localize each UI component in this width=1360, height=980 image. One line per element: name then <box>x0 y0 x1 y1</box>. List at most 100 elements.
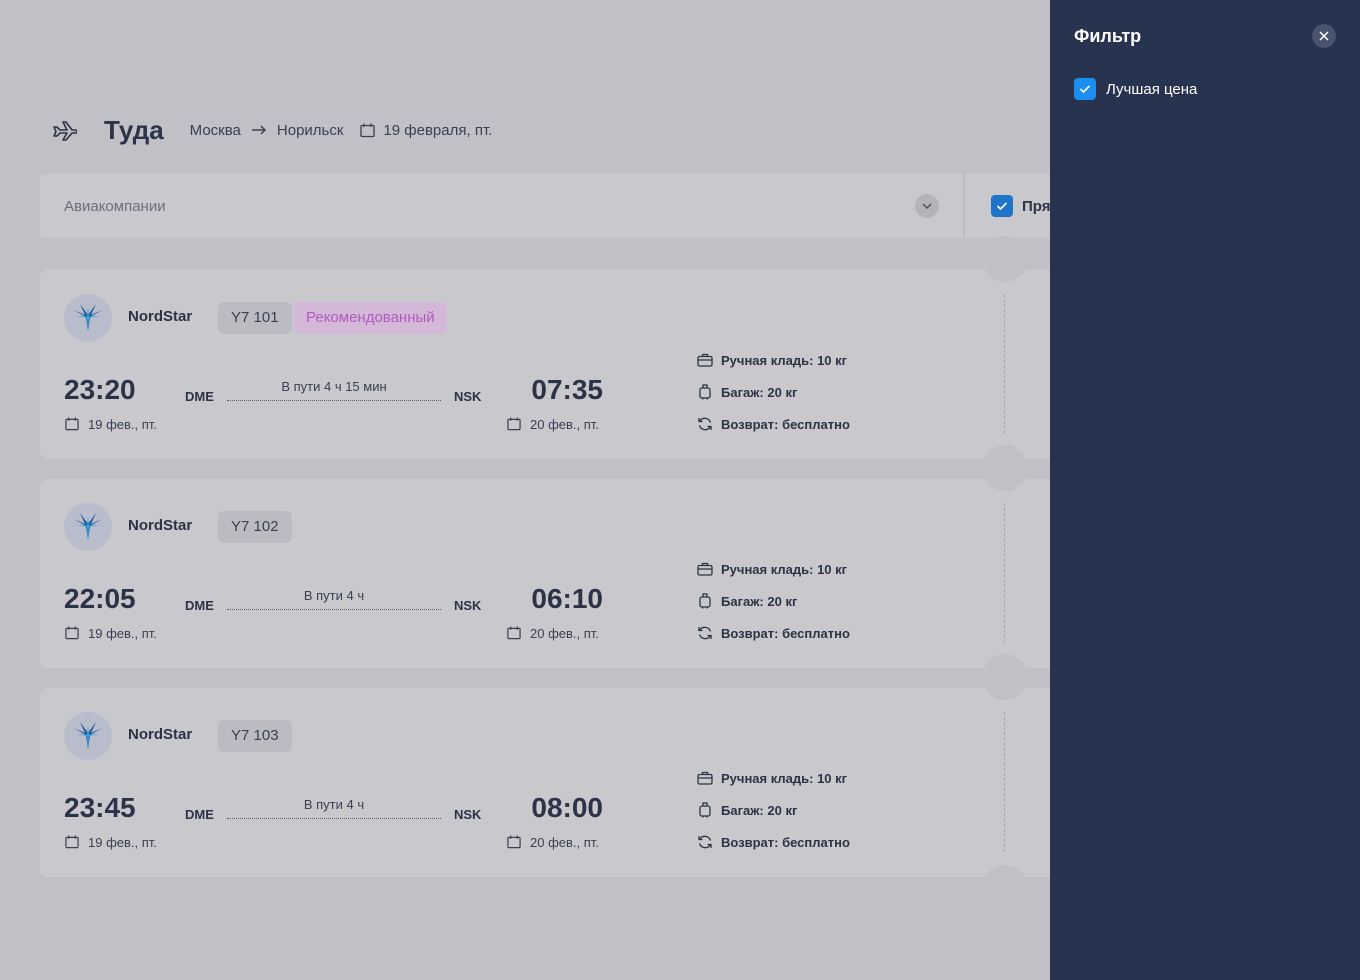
filter-panel: Фильтр Лучшая цена <box>1050 0 1360 980</box>
ticket-divider <box>1004 294 1005 434</box>
best-price-checkbox[interactable] <box>1074 78 1096 100</box>
briefcase-icon <box>696 769 714 787</box>
arrow-right-icon <box>251 125 267 135</box>
baggage-text: Багаж: 20 кг <box>721 593 798 609</box>
arrival-airport-code: NSK <box>454 389 482 404</box>
ticket-divider <box>1004 503 1005 643</box>
direct-flights-label: Пря <box>1022 197 1050 215</box>
refund-icon <box>696 624 714 642</box>
best-price-filter[interactable]: Лучшая цена <box>1074 78 1197 100</box>
departure-date-text: 19 фев., пт. <box>88 834 157 850</box>
flight-card[interactable]: NordStar Y7 103 23:45 DME В пути 4 ч NSK… <box>40 654 1050 911</box>
hand-luggage-text: Ручная кладь: 10 кг <box>721 770 848 786</box>
departure-date: 19 фев., пт. <box>64 834 157 850</box>
refund-info: Возврат: бесплатно <box>696 415 850 433</box>
baggage-info: Багаж: 20 кг <box>696 383 797 401</box>
calendar-icon <box>64 834 80 850</box>
hand-luggage-text: Ручная кладь: 10 кг <box>721 561 848 577</box>
calendar-icon <box>506 625 522 641</box>
plane-icon <box>50 116 78 144</box>
flight-duration: В пути 4 ч 15 мин <box>281 379 387 394</box>
arrival-date-text: 20 фев., пт. <box>530 834 599 850</box>
nordstar-logo-icon <box>64 712 112 760</box>
flight-duration: В пути 4 ч <box>303 588 365 603</box>
flight-card[interactable]: NordStar Y7 101 Рекомендованный 23:20 DM… <box>40 236 1050 493</box>
refund-text: Возврат: бесплатно <box>721 625 850 641</box>
calendar-icon <box>64 625 80 641</box>
departure-date: 19 фев., пт. <box>64 625 157 641</box>
ticket-divider <box>1004 712 1005 852</box>
travel-date-text: 19 февраля, пт. <box>383 121 493 139</box>
refund-info: Возврат: бесплатно <box>696 624 850 642</box>
flight-number: Y7 101 <box>218 302 292 334</box>
refund-icon <box>696 415 714 433</box>
flight-duration: В пути 4 ч <box>303 797 365 812</box>
arrival-date: 20 фев., пт. <box>506 625 599 641</box>
airline-name: NordStar <box>128 517 193 534</box>
arrival-airport-code: NSK <box>454 807 482 822</box>
arrival-date-text: 20 фев., пт. <box>530 625 599 641</box>
hand-luggage-text: Ручная кладь: 10 кг <box>721 352 848 368</box>
departure-date-text: 19 фев., пт. <box>88 416 157 432</box>
departure-airport-code: DME <box>185 807 214 822</box>
page-title: Туда <box>104 114 164 145</box>
flight-card[interactable]: NordStar Y7 102 22:05 DME В пути 4 ч NSK… <box>40 445 1050 702</box>
refund-text: Возврат: бесплатно <box>721 416 850 432</box>
main-content: Туда Москва Норильск 19 февраля, пт. Ави… <box>0 0 1050 980</box>
ticket-notch <box>982 236 1028 282</box>
close-icon <box>1319 31 1329 41</box>
arrival-time: 07:35 <box>531 374 603 405</box>
refund-text: Возврат: бесплатно <box>721 834 850 850</box>
ticket-notch <box>982 865 1028 911</box>
arrival-date: 20 фев., пт. <box>506 834 599 850</box>
arrival-airport-code: NSK <box>454 598 482 613</box>
refund-info: Возврат: бесплатно <box>696 833 850 851</box>
origin-city: Москва <box>189 121 241 139</box>
calendar-icon <box>359 122 375 138</box>
briefcase-icon <box>696 560 714 578</box>
airline-name: NordStar <box>128 726 193 743</box>
arrival-time: 08:00 <box>531 792 603 823</box>
arrival-date-text: 20 фев., пт. <box>530 416 599 432</box>
departure-airport-code: DME <box>185 389 214 404</box>
departure-date: 19 фев., пт. <box>64 416 157 432</box>
chevron-down-icon[interactable] <box>915 194 939 218</box>
best-price-label: Лучшая цена <box>1106 80 1198 98</box>
calendar-icon <box>64 416 80 432</box>
hand-luggage-info: Ручная кладь: 10 кг <box>696 351 847 369</box>
airline-name: NordStar <box>128 308 193 325</box>
arrival-date: 20 фев., пт. <box>506 416 599 432</box>
direct-flights-filter[interactable]: Пря <box>965 174 1050 238</box>
flight-number: Y7 102 <box>218 511 292 543</box>
departure-date-text: 19 фев., пт. <box>88 625 157 641</box>
refund-icon <box>696 833 714 851</box>
hand-luggage-info: Ручная кладь: 10 кг <box>696 560 847 578</box>
destination-city: Норильск <box>276 121 344 139</box>
calendar-icon <box>506 416 522 432</box>
calendar-icon <box>506 834 522 850</box>
nordstar-logo-icon <box>64 503 112 551</box>
page-header: Туда Москва Норильск 19 февраля, пт. <box>50 110 492 150</box>
airlines-placeholder: Авиакомпании <box>64 197 166 215</box>
route-line <box>227 609 441 610</box>
route-info: Москва Норильск 19 февраля, пт. <box>190 122 493 139</box>
hand-luggage-info: Ручная кладь: 10 кг <box>696 769 847 787</box>
route-line <box>227 818 441 819</box>
suitcase-icon <box>696 801 714 819</box>
direct-flights-checkbox[interactable] <box>991 195 1013 217</box>
suitcase-icon <box>696 592 714 610</box>
departure-time: 22:05 <box>64 583 136 614</box>
close-button[interactable] <box>1312 24 1336 48</box>
ticket-notch <box>982 654 1028 700</box>
filter-bar: Авиакомпании Пря <box>40 174 1050 238</box>
nordstar-logo-icon <box>64 294 112 342</box>
ticket-notch <box>982 445 1028 491</box>
route-line <box>227 400 441 401</box>
flight-number: Y7 103 <box>218 720 292 752</box>
arrival-time: 06:10 <box>531 583 603 614</box>
airlines-dropdown[interactable]: Авиакомпании <box>40 174 965 238</box>
baggage-info: Багаж: 20 кг <box>696 592 797 610</box>
baggage-info: Багаж: 20 кг <box>696 801 797 819</box>
departure-airport-code: DME <box>185 598 214 613</box>
departure-time: 23:45 <box>64 792 136 823</box>
